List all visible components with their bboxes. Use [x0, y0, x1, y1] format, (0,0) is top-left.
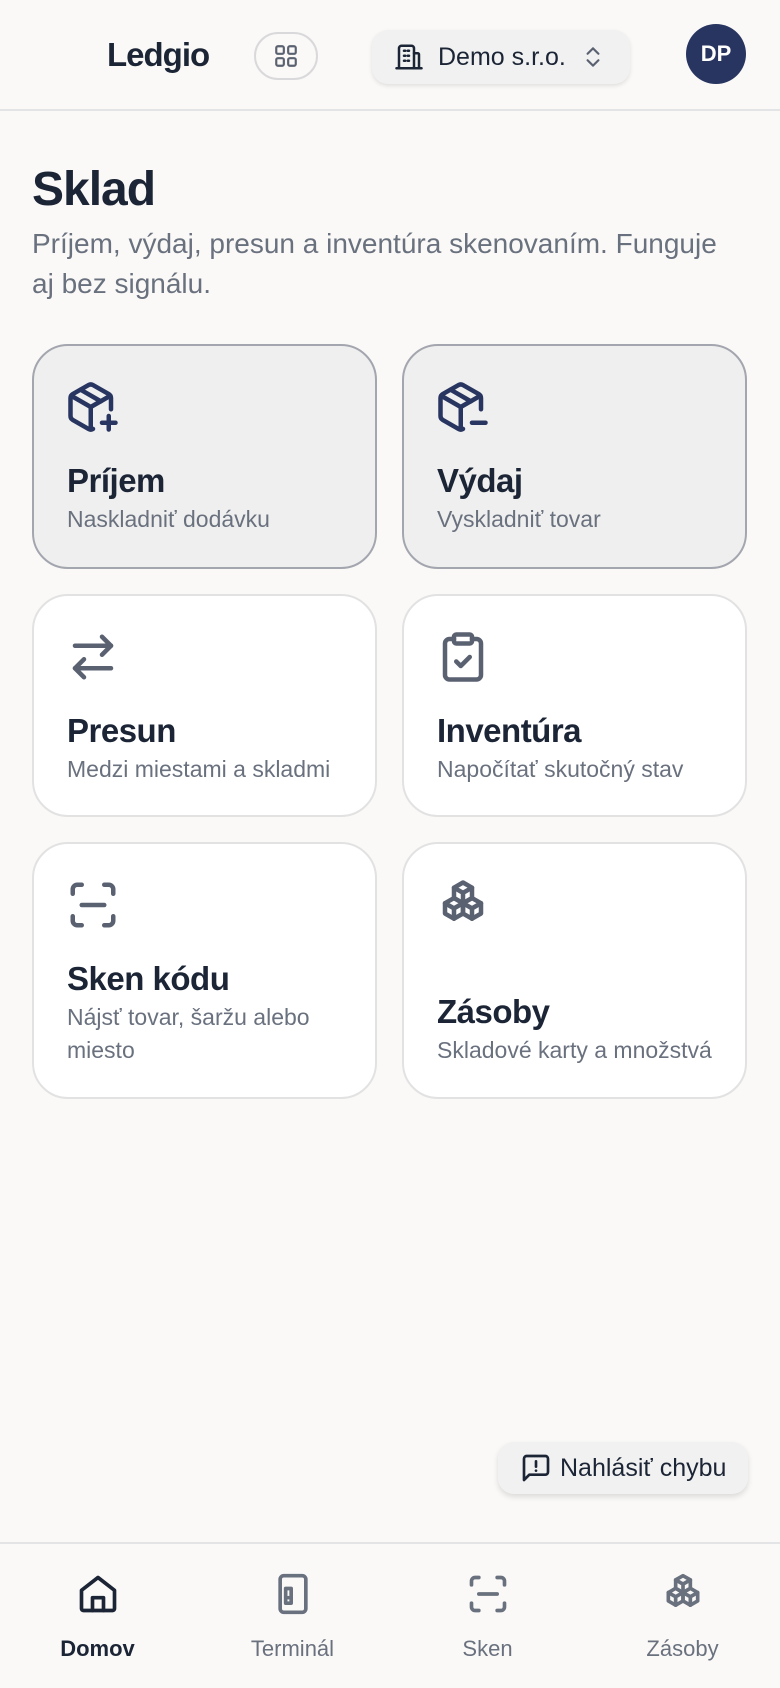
card-title: Zásoby: [437, 993, 550, 1030]
grid-icon: [275, 45, 297, 67]
package-minus-icon: [438, 382, 488, 432]
card-inventura[interactable]: Inventúra Napočítať skutočný stav: [402, 594, 747, 817]
app-logo[interactable]: Ledgio: [107, 36, 210, 74]
card-subtitle: Medzi miestami a skladmi: [67, 756, 331, 782]
chevrons-up-down-icon: [586, 47, 600, 67]
card-subtitle: Nájsť tovar, šaržu alebo miesto: [67, 1004, 310, 1063]
package-plus-icon: [68, 382, 118, 432]
card-vydaj[interactable]: Výdaj Vyskladniť tovar: [402, 344, 747, 569]
page-title: Sklad: [32, 163, 156, 216]
bottom-navigation: Domov Terminál Sken Zásoby: [0, 1542, 780, 1688]
nav-item-terminal[interactable]: Terminál: [195, 1544, 390, 1688]
apps-grid-button[interactable]: [254, 32, 318, 80]
message-alert-icon: [522, 1454, 550, 1482]
clipboard-check-icon: [442, 632, 484, 682]
card-title: Inventúra: [437, 712, 582, 749]
arrows-left-right-icon: [72, 634, 114, 680]
scan-icon: [469, 1575, 507, 1613]
card-sken-kodu[interactable]: Sken kódu Nájsť tovar, šaržu alebo miest…: [32, 842, 377, 1099]
nav-label: Terminál: [250, 1636, 335, 1661]
nav-label: Zásoby: [646, 1636, 719, 1661]
nav-item-sken[interactable]: Sken: [390, 1544, 585, 1688]
card-subtitle: Napočítať skutočný stav: [437, 756, 684, 782]
report-bug-label: Nahlásiť chybu: [560, 1453, 727, 1482]
scan-icon: [70, 882, 116, 928]
nav-label: Domov: [60, 1636, 135, 1661]
user-avatar[interactable]: DP: [686, 24, 746, 84]
card-prijem[interactable]: Príjem Naskladniť dodávku: [32, 344, 377, 569]
card-subtitle: Naskladniť dodávku: [67, 506, 270, 532]
card-title: Sken kódu: [67, 960, 230, 997]
page-subtitle: Príjem, výdaj, presun a inventúra skenov…: [32, 228, 717, 299]
boxes-icon: [666, 1573, 700, 1608]
report-bug-button[interactable]: Nahlásiť chybu: [498, 1442, 748, 1494]
terminal-device-icon: [278, 1573, 308, 1615]
card-zasoby[interactable]: Zásoby Skladové karty a množstvá: [402, 842, 747, 1099]
card-subtitle: Skladové karty a množstvá: [437, 1037, 712, 1063]
card-presun[interactable]: Presun Medzi miestami a skladmi: [32, 594, 377, 817]
top-bar: Ledgio Demo s.r.o. DP: [0, 0, 780, 111]
card-title: Presun: [67, 712, 176, 749]
home-icon: [79, 1575, 117, 1613]
card-title: Príjem: [67, 462, 165, 499]
nav-label: Sken: [462, 1636, 513, 1661]
company-selector[interactable]: Demo s.r.o.: [372, 30, 630, 84]
card-subtitle: Vyskladniť tovar: [437, 506, 601, 532]
nav-item-domov[interactable]: Domov: [0, 1544, 195, 1688]
building-icon: [395, 44, 423, 70]
company-name: Demo s.r.o.: [438, 42, 566, 71]
card-title: Výdaj: [437, 462, 523, 499]
nav-item-zasoby[interactable]: Zásoby: [585, 1544, 780, 1688]
boxes-icon: [442, 880, 484, 921]
